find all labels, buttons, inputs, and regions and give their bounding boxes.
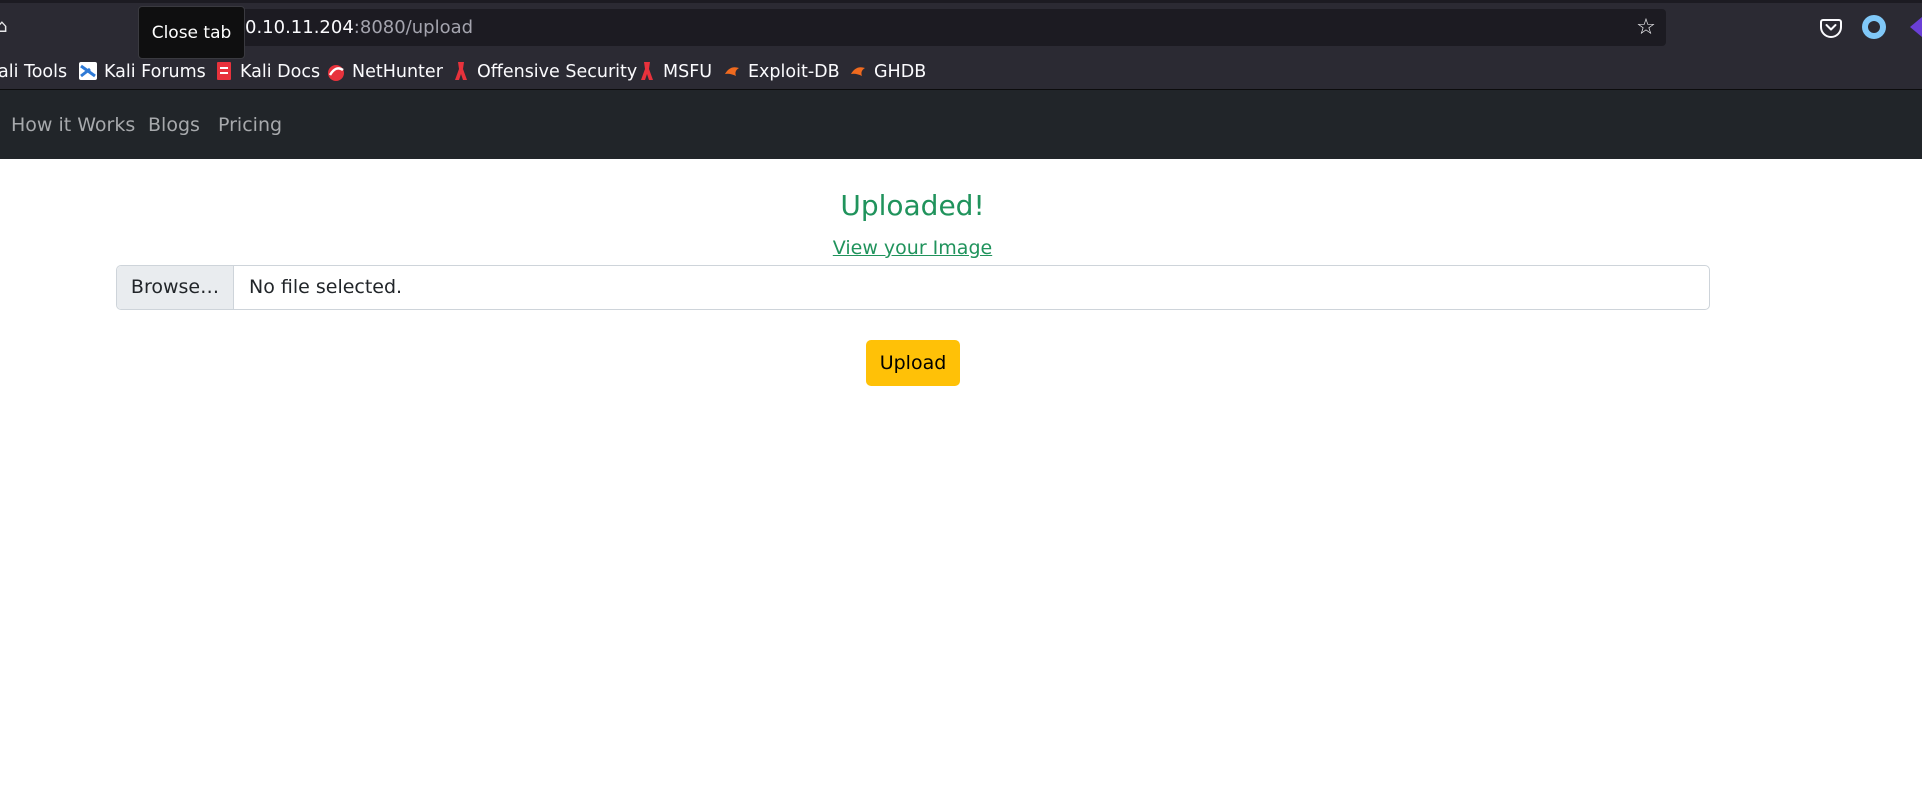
account-icon[interactable] (1862, 15, 1886, 39)
nav-link-blogs[interactable]: Blogs (148, 114, 200, 136)
bookmark-label: Kali Forums (104, 62, 206, 82)
bookmark-label: MSFU (663, 62, 713, 82)
bookmark-label: GHDB (874, 62, 927, 82)
url-path: :8080/upload (353, 17, 474, 38)
bookmark-kali-forums[interactable]: Kali Forums (78, 59, 206, 85)
bookmark-msfu[interactable]: MSFU (637, 59, 712, 85)
pocket-icon[interactable] (1818, 14, 1844, 40)
upload-section: Uploaded! View your Image Browse… No fil… (0, 159, 1922, 792)
extension-icon[interactable] (1908, 14, 1922, 40)
bookmark-label: ali Tools (0, 62, 68, 82)
url-text[interactable]: 0.10.11.204:8080/upload (245, 17, 473, 38)
url-host: 0.10.11.204 (245, 17, 354, 38)
upload-button[interactable]: Upload (866, 340, 960, 386)
nethunter-icon (326, 61, 346, 81)
nav-link-pricing[interactable]: Pricing (218, 114, 282, 136)
url-bar[interactable]: 0.10.11.204:8080/upload ☆ (138, 9, 1666, 46)
exploit-db-icon (722, 61, 742, 81)
file-status-text: No file selected. (249, 276, 403, 298)
bookmark-exploit-db[interactable]: Exploit-DB (722, 59, 840, 85)
bookmark-label: NetHunter (352, 62, 443, 82)
browser-toolbar: ⌂ 0.10.11.204:8080/upload ☆ (0, 0, 1922, 54)
file-input[interactable]: Browse… No file selected. (116, 265, 1710, 310)
offensive-security-icon (451, 61, 471, 81)
bookmark-label: Offensive Security (477, 62, 638, 82)
site-navbar: How it Works Blogs Pricing (0, 90, 1922, 159)
bookmark-kali-docs[interactable]: Kali Docs (214, 59, 320, 85)
nav-link-how-it-works[interactable]: How it Works (11, 114, 135, 136)
ghdb-icon (848, 61, 868, 81)
close-tab-tooltip: Close tab (138, 6, 245, 59)
upload-status-heading: Uploaded! (840, 189, 985, 222)
bookmark-ghdb[interactable]: GHDB (848, 59, 926, 85)
msfu-icon (637, 61, 657, 81)
bookmark-offensive-security[interactable]: Offensive Security (451, 59, 637, 85)
view-image-link[interactable]: View your Image (833, 237, 992, 259)
home-icon[interactable]: ⌂ (0, 16, 7, 37)
bookmark-nethunter[interactable]: NetHunter (326, 59, 443, 85)
bookmark-label: Kali Docs (240, 62, 321, 82)
kali-docs-icon (214, 61, 234, 81)
bookmark-star-icon[interactable]: ☆ (1632, 14, 1660, 42)
browser-window: ⌂ 0.10.11.204:8080/upload ☆ Close tab al… (0, 0, 1922, 792)
browse-button[interactable]: Browse… (117, 266, 234, 309)
kali-forums-icon (78, 61, 98, 81)
bookmarks-toolbar: ali Tools Kali Forums Kali Docs NetHunte… (0, 54, 1922, 90)
bookmark-label: Exploit-DB (748, 62, 840, 82)
bookmark-kali-tools[interactable]: ali Tools (0, 59, 67, 85)
